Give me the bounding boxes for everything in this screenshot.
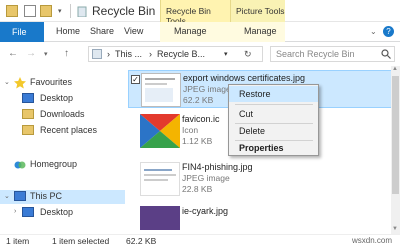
file-thumbnail — [140, 162, 180, 196]
file-type: Icon — [182, 125, 199, 135]
tab-file[interactable]: File — [0, 22, 44, 42]
recent-places-icon — [22, 125, 34, 135]
context-tab-recycle-bin-tools: Recycle Bin Tools — [160, 0, 230, 26]
file-name: ie-cyark.jpg — [182, 206, 229, 216]
file-name: export windows certificates.jpg — [183, 73, 306, 83]
tab-share[interactable]: Share — [90, 26, 114, 36]
recycle-bin-icon — [76, 5, 88, 18]
search-placeholder: Search Recycle Bin — [276, 49, 355, 59]
window-title: Recycle Bin — [92, 4, 156, 18]
status-item-count: 1 item — [6, 236, 30, 246]
desktop-icon — [22, 93, 34, 103]
title-bar: ▾ Recycle Bin Recycle Bin Tools Picture … — [0, 0, 400, 26]
computer-icon — [14, 191, 26, 201]
ribbon-tabs: File Home Share View Manage Manage ⌄ ? — [0, 22, 400, 42]
nav-desktop[interactable]: Desktop — [0, 92, 125, 106]
file-size: 22.8 KB — [182, 184, 213, 194]
file-name: FIN4-phishing.jpg — [182, 162, 253, 172]
recent-locations-icon[interactable]: ▾ — [44, 50, 48, 58]
watermark-text: wsxdn.com — [352, 236, 393, 245]
title-divider — [70, 4, 71, 18]
properties-icon[interactable] — [24, 5, 36, 17]
menu-item-restore[interactable]: Restore — [229, 86, 318, 102]
address-separator-icon: › — [107, 49, 110, 59]
scroll-up-icon[interactable]: ▲ — [392, 66, 398, 72]
expand-chevron-icon[interactable]: ⌄ — [4, 78, 10, 86]
quick-access-dropdown-icon[interactable]: ▾ — [58, 7, 62, 15]
back-arrow-icon[interactable]: ← — [8, 48, 18, 59]
recycle-bin-small-icon — [92, 49, 102, 59]
collapse-chevron-icon[interactable]: › — [14, 208, 16, 215]
nav-downloads[interactable]: Downloads — [0, 108, 125, 122]
menu-item-cut[interactable]: Cut — [229, 106, 318, 122]
new-folder-icon[interactable] — [40, 5, 52, 17]
downloads-icon — [22, 109, 34, 119]
nav-this-pc-desktop[interactable]: › Desktop — [0, 206, 125, 220]
nav-favourites[interactable]: ⌄ Favourites — [0, 76, 125, 90]
context-tab-picture-tools: Picture Tools — [230, 0, 285, 22]
tab-manage-recycle[interactable]: Manage — [174, 26, 207, 36]
file-type: JPEG image — [183, 84, 231, 94]
search-icon[interactable] — [381, 49, 391, 61]
folder-icon[interactable] — [6, 5, 18, 17]
nav-recent-places[interactable]: Recent places — [0, 124, 125, 138]
file-thumbnail — [140, 206, 180, 230]
status-size: 62.2 KB — [126, 236, 157, 246]
status-selected: 1 item selected — [52, 236, 110, 246]
expand-chevron-icon-2[interactable]: ⌄ — [4, 192, 10, 200]
breadcrumb-recycle-bin[interactable]: Recycle B... — [157, 49, 205, 59]
up-arrow-icon[interactable]: ↑ — [64, 48, 69, 59]
file-item-ie-cyark[interactable]: ie-cyark.jpg — [128, 204, 400, 234]
forward-arrow-icon[interactable]: → — [26, 48, 36, 59]
menu-separator — [235, 104, 313, 105]
address-row: ← → ▾ ↑ › This ... › Recycle B... ▾ ↻ Se… — [0, 43, 400, 65]
breadcrumb-this-pc[interactable]: This ... — [115, 49, 142, 59]
address-separator-icon-2: › — [149, 49, 152, 59]
tab-home[interactable]: Home — [56, 26, 80, 36]
file-size: 1.12 KB — [182, 136, 213, 146]
navigation-pane: ⌄ Favourites Desktop Downloads Recent pl… — [0, 66, 125, 234]
nav-this-pc[interactable]: ⌄ This PC — [0, 190, 125, 204]
star-icon — [14, 77, 26, 89]
scroll-down-icon[interactable]: ▼ — [392, 226, 398, 232]
address-bar[interactable]: › This ... › Recycle B... ▾ ↻ — [88, 46, 263, 62]
favicon-thumbnail — [140, 114, 180, 148]
refresh-icon[interactable]: ↻ — [244, 49, 252, 60]
scroll-thumb[interactable] — [392, 76, 399, 194]
desktop-icon-2 — [22, 207, 34, 217]
menu-item-properties[interactable]: Properties — [229, 140, 318, 156]
tab-manage-picture[interactable]: Manage — [244, 26, 277, 36]
menu-item-delete[interactable]: Delete — [229, 123, 318, 139]
file-type: JPEG image — [182, 173, 230, 183]
tab-view[interactable]: View — [124, 26, 143, 36]
status-bar: 1 item 1 item selected 62.2 KB wsxdn.com — [0, 234, 400, 247]
homegroup-icon — [14, 159, 26, 169]
checkbox-icon[interactable]: ✓ — [131, 75, 140, 84]
nav-homegroup[interactable]: Homegroup — [0, 158, 125, 172]
file-item-fin4-phishing[interactable]: FIN4-phishing.jpg JPEG image 22.8 KB — [128, 160, 400, 198]
ribbon-expand-icon[interactable]: ⌄ — [370, 27, 377, 36]
help-icon[interactable]: ? — [383, 26, 394, 37]
search-input[interactable]: Search Recycle Bin — [270, 46, 395, 62]
vertical-scrollbar[interactable]: ▲ ▼ — [391, 66, 400, 234]
file-thumbnail — [141, 73, 181, 107]
file-name: favicon.ic — [182, 114, 220, 124]
context-menu: Restore Cut Delete Properties — [228, 84, 319, 156]
address-dropdown-icon[interactable]: ▾ — [224, 50, 228, 58]
file-size: 62.2 KB — [183, 95, 214, 105]
